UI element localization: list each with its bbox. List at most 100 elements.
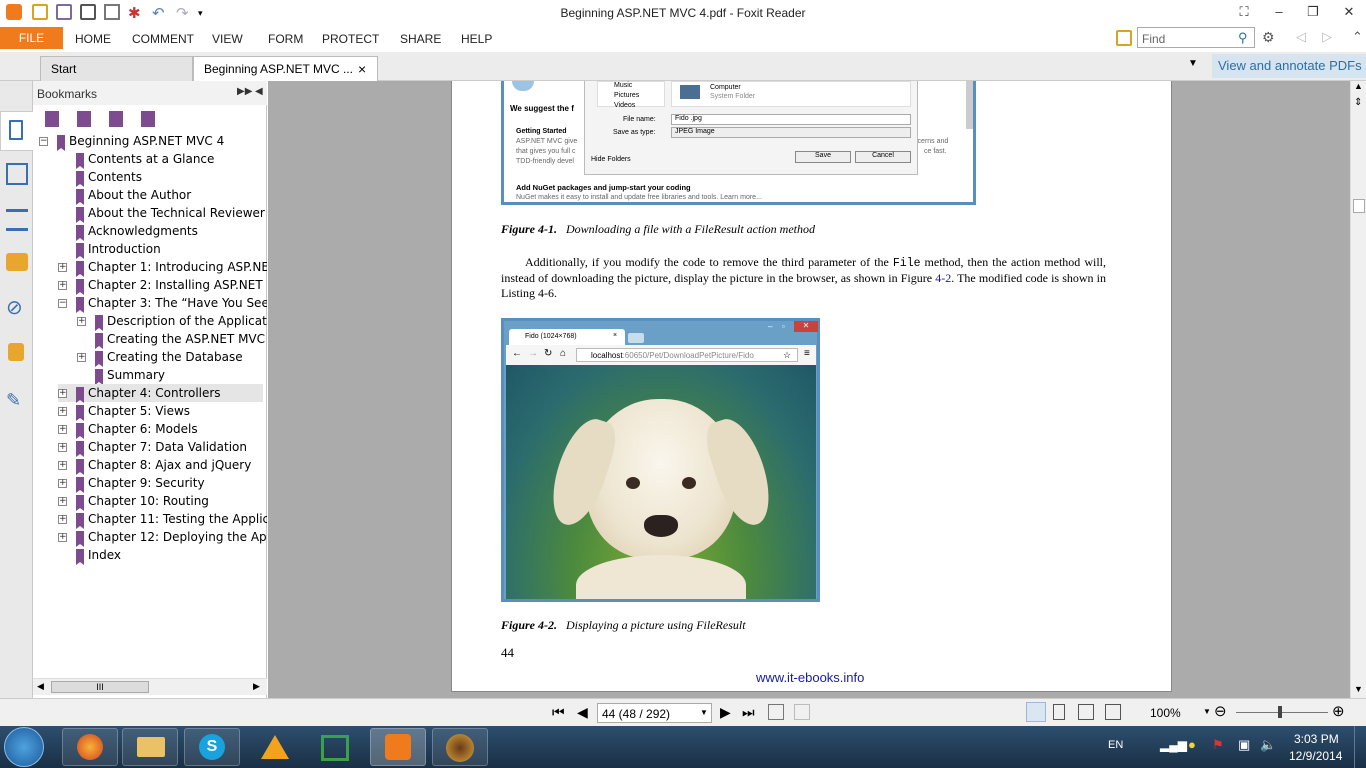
- search-folder-icon[interactable]: [1116, 30, 1132, 46]
- start-button[interactable]: [4, 727, 44, 767]
- tab-form[interactable]: FORM: [268, 32, 303, 46]
- last-page-icon[interactable]: ⏭: [742, 704, 755, 721]
- bookmark-item[interactable]: Summary: [77, 366, 263, 385]
- network-icon[interactable]: ▂▄▆: [1160, 738, 1187, 752]
- expand-icon[interactable]: +: [58, 281, 67, 290]
- expand-icon[interactable]: +: [58, 425, 67, 434]
- previous-page-icon[interactable]: ◀: [577, 704, 588, 721]
- expand-icon[interactable]: +: [77, 353, 86, 362]
- back-icon[interactable]: ◁: [1296, 29, 1306, 45]
- close-button[interactable]: ✕: [1338, 2, 1360, 22]
- go-to-bookmark-icon[interactable]: [141, 111, 155, 127]
- language-indicator[interactable]: EN: [1108, 739, 1123, 751]
- next-view-icon[interactable]: [794, 704, 810, 720]
- first-page-icon[interactable]: ⏮: [552, 704, 565, 721]
- security-lock-icon[interactable]: [8, 343, 24, 361]
- tab-help[interactable]: HELP: [461, 32, 492, 46]
- bookmark-item[interactable]: + Chapter 1: Introducing ASP.NET MVC 4: [58, 258, 267, 277]
- page-dropdown-icon[interactable]: ▼: [700, 708, 708, 717]
- collapse-icon[interactable]: −: [39, 137, 48, 146]
- show-desktop-button[interactable]: [1354, 726, 1366, 768]
- bookmark-item[interactable]: + Chapter 2: Installing ASP.NET MVC 4: [58, 276, 267, 295]
- restore-button[interactable]: ❐: [1302, 2, 1324, 22]
- zoom-in-icon[interactable]: ⊕: [1332, 702, 1345, 720]
- bookmark-item[interactable]: + Chapter 4: Controllers: [58, 384, 263, 403]
- expand-icon[interactable]: +: [58, 479, 67, 488]
- tab-start[interactable]: Start: [40, 56, 193, 81]
- previous-view-icon[interactable]: [768, 704, 784, 720]
- wow-taskbar-app[interactable]: [432, 728, 488, 766]
- bookmark-item[interactable]: − Chapter 3: The “Have You Seen Me?” ASP.…: [58, 294, 267, 313]
- facing-view-icon[interactable]: [1078, 704, 1094, 720]
- close-tab-icon[interactable]: ×: [358, 57, 366, 81]
- find-input[interactable]: Find ⚲: [1137, 27, 1255, 48]
- notification-icon[interactable]: ●: [1188, 737, 1196, 752]
- visual-studio-taskbar-app[interactable]: [306, 728, 362, 766]
- tab-share[interactable]: SHARE: [400, 32, 441, 46]
- bookmark-item[interactable]: + Chapter 5: Views: [58, 402, 263, 421]
- tab-current-document[interactable]: Beginning ASP.NET MVC ... ×: [193, 56, 378, 81]
- bookmark-item[interactable]: + Chapter 10: Routing: [58, 492, 263, 511]
- forward-icon[interactable]: ▷: [1322, 29, 1332, 45]
- single-page-view-icon[interactable]: [1026, 702, 1046, 722]
- expand-icon[interactable]: +: [77, 317, 86, 326]
- bookmarks-horizontal-scrollbar[interactable]: ◀ III ▶: [33, 678, 267, 695]
- sidebar-item-bookmarks[interactable]: [0, 111, 33, 151]
- document-viewport[interactable]: We suggest the f Getting Started ASP.NET…: [268, 81, 1350, 698]
- bookmark-item[interactable]: + Chapter 9: Security: [58, 474, 263, 493]
- expand-icon[interactable]: +: [58, 443, 67, 452]
- expand-icon[interactable]: +: [58, 515, 67, 524]
- collapse-icon[interactable]: −: [58, 299, 67, 308]
- zoom-level[interactable]: 100%: [1150, 706, 1181, 720]
- bookmark-item[interactable]: − Beginning ASP.NET MVC 4: [39, 132, 263, 151]
- continuous-facing-view-icon[interactable]: [1105, 704, 1121, 720]
- expand-icon[interactable]: +: [58, 461, 67, 470]
- collapse-panel-icon[interactable]: ◀: [255, 86, 263, 97]
- bookmark-item[interactable]: Contents: [58, 168, 263, 187]
- scroll-right-icon[interactable]: ▶: [253, 681, 260, 692]
- scroll-left-icon[interactable]: ◀: [37, 681, 44, 692]
- volume-icon[interactable]: 🔈: [1260, 737, 1276, 753]
- scroll-thumb[interactable]: III: [51, 681, 149, 693]
- footer-link[interactable]: www.it-ebooks.info: [756, 670, 864, 685]
- bookmark-item[interactable]: + Chapter 11: Testing the Application: [58, 510, 267, 529]
- promo-banner[interactable]: View and annotate PDFs: [1212, 54, 1366, 78]
- flag-icon[interactable]: ⚑: [1212, 737, 1224, 753]
- signature-icon[interactable]: ✎: [6, 389, 28, 411]
- vertical-scroll-thumb[interactable]: [1353, 199, 1365, 213]
- bookmark-item[interactable]: + Chapter 8: Ajax and jQuery: [58, 456, 263, 475]
- bookmark-item[interactable]: Index: [58, 546, 263, 565]
- skype-taskbar-app[interactable]: S: [184, 728, 240, 766]
- clock-time[interactable]: 3:03 PM: [1294, 732, 1339, 746]
- bookmark-item[interactable]: Contents at a Glance: [58, 150, 263, 169]
- tab-comment[interactable]: COMMENT: [132, 32, 194, 46]
- figure-4-2-link[interactable]: 4-2: [935, 271, 951, 285]
- bookmark-item[interactable]: Creating the ASP.NET MVC 4 Project: [77, 330, 267, 349]
- expand-icon[interactable]: +: [58, 263, 67, 272]
- minimize-button[interactable]: –: [1268, 2, 1290, 22]
- tab-list-dropdown-icon[interactable]: ▼: [1188, 58, 1198, 69]
- bookmark-item[interactable]: About the Author: [58, 186, 263, 205]
- file-tab[interactable]: FILE: [0, 27, 63, 49]
- bookmark-item[interactable]: + Chapter 6: Models: [58, 420, 263, 439]
- attachment-icon[interactable]: ⊘: [6, 297, 28, 319]
- fullscreen-icon[interactable]: ⛶: [1233, 2, 1255, 22]
- tab-view[interactable]: VIEW: [212, 32, 243, 46]
- layers-icon[interactable]: [6, 209, 28, 231]
- add-child-bookmark-icon[interactable]: [109, 111, 123, 127]
- document-vertical-scrollbar[interactable]: ▲ ⇕ ▼: [1350, 81, 1366, 698]
- next-page-icon[interactable]: ▶: [720, 704, 731, 721]
- zoom-out-icon[interactable]: ⊖: [1214, 702, 1227, 720]
- expand-icon[interactable]: +: [58, 497, 67, 506]
- bookmark-item[interactable]: + Chapter 7: Data Validation: [58, 438, 263, 457]
- pages-icon[interactable]: [6, 163, 28, 185]
- split-view-icon[interactable]: ⇕: [1354, 97, 1362, 108]
- tab-protect[interactable]: PROTECT: [322, 32, 379, 46]
- firefox-taskbar-app[interactable]: [62, 728, 118, 766]
- scroll-down-icon[interactable]: ▼: [1354, 684, 1363, 694]
- zoom-slider-track[interactable]: [1236, 712, 1328, 713]
- explorer-taskbar-app[interactable]: [122, 728, 178, 766]
- expand-icon[interactable]: +: [58, 407, 67, 416]
- tab-home[interactable]: HOME: [75, 32, 111, 46]
- vlc-taskbar-app[interactable]: [246, 728, 302, 766]
